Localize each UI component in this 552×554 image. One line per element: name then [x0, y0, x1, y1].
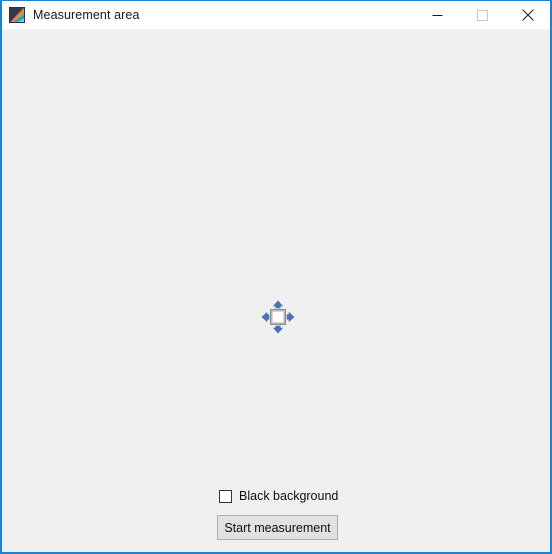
measurement-area-handle[interactable]	[255, 294, 301, 340]
checkbox-box-icon[interactable]	[219, 489, 232, 503]
resize-move-handle-icon	[261, 300, 295, 334]
bottom-controls: Black background Start measurement	[2, 462, 550, 552]
minimize-icon	[432, 14, 443, 16]
minimize-button[interactable]	[415, 1, 460, 29]
black-background-checkbox[interactable]: Black background	[219, 489, 338, 503]
client-area: Black background Start measurement	[2, 29, 550, 552]
window-title: Measurement area	[33, 8, 140, 22]
measurement-area-window: Measurement area Black background Start …	[0, 0, 552, 554]
spectrum-fan-icon	[9, 7, 25, 23]
start-measurement-button[interactable]: Start measurement	[217, 515, 338, 540]
title-bar[interactable]: Measurement area	[2, 1, 550, 29]
caption-button-group	[415, 1, 550, 29]
maximize-icon	[477, 9, 488, 21]
arrow-down	[272, 325, 284, 334]
arrow-left	[261, 311, 270, 323]
maximize-button[interactable]	[460, 1, 505, 29]
arrow-up	[272, 300, 284, 309]
arrow-right	[286, 311, 295, 323]
black-background-label: Black background	[239, 489, 339, 503]
close-button[interactable]	[505, 1, 550, 29]
close-icon	[521, 9, 534, 21]
